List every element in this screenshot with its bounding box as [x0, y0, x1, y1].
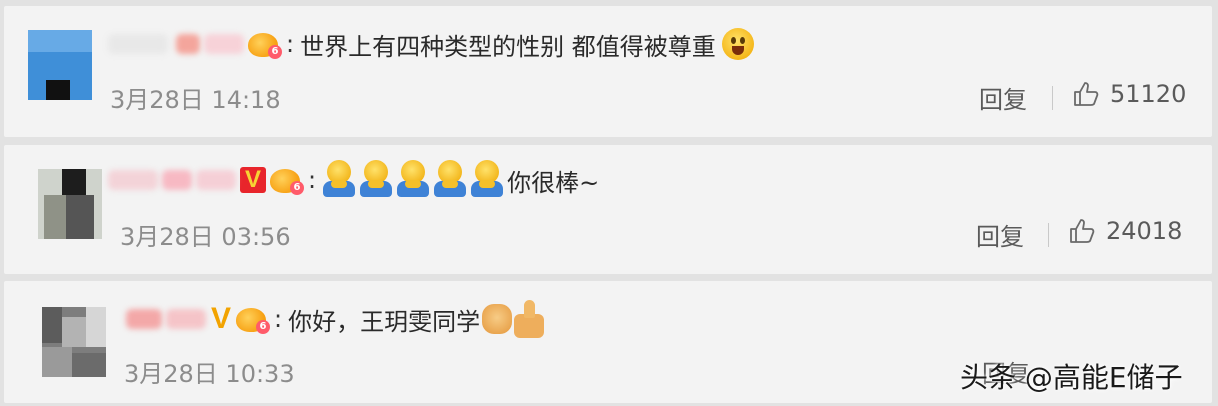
hug-emoji-icon [433, 160, 467, 200]
scream-emoji-icon [721, 28, 754, 60]
reply-button[interactable]: 回复 [976, 217, 1024, 252]
crown-level-badge-icon[interactable]: 6 [248, 29, 282, 59]
crown-level-badge-icon[interactable]: 6 [270, 165, 304, 195]
comment-item: V 6 : 你很棒~ 3月28日 03:56 回复 24018 [4, 145, 1212, 274]
comment-list: 6 : 世界上有四种类型的性别 都值得被尊重 3月28日 14:18 回复 51… [0, 0, 1218, 406]
avatar[interactable] [42, 307, 106, 377]
like-count: 51120 [1110, 80, 1187, 108]
separator: : [308, 166, 317, 194]
hug-emoji-icon [396, 160, 430, 200]
comment-header: 6 : 世界上有四种类型的性别 都值得被尊重 [108, 24, 754, 64]
thumbs-up-emoji-icon [514, 300, 545, 338]
comment-timestamp: 3月28日 14:18 [110, 86, 281, 114]
handshake-emoji-icon [482, 304, 513, 334]
separator: : [286, 30, 295, 58]
like-thumb-icon [1070, 219, 1095, 243]
comment-header: V 6 : 你好，王玥雯同学 [126, 299, 545, 339]
avatar[interactable] [28, 30, 92, 100]
vip-v-icon[interactable]: V [210, 304, 232, 334]
hug-emoji-icon [470, 160, 504, 200]
comment-timestamp: 3月28日 10:33 [124, 360, 295, 388]
comment-text: 你好，王玥雯同学 [288, 307, 481, 336]
divider [1048, 223, 1049, 247]
hug-emoji-icon [322, 160, 356, 200]
comment-header: V 6 : 你很棒~ [108, 160, 599, 200]
crown-level-badge-icon[interactable]: 6 [236, 304, 270, 334]
comment-item: 6 : 世界上有四种类型的性别 都值得被尊重 3月28日 14:18 回复 51… [4, 6, 1212, 137]
username-blurred[interactable] [108, 34, 168, 54]
like-button[interactable]: 51120 [1072, 80, 1186, 108]
username-blurred[interactable] [126, 309, 162, 329]
separator: : [274, 305, 283, 333]
comment-text: 世界上有四种类型的性别 都值得被尊重 [300, 32, 716, 61]
like-button[interactable]: 24018 [1068, 217, 1182, 245]
reply-button[interactable]: 回复 [979, 80, 1027, 115]
divider [1052, 86, 1053, 110]
avatar[interactable] [38, 169, 102, 239]
comment-text: 你很棒~ [507, 168, 600, 197]
comment-timestamp: 3月28日 03:56 [120, 223, 291, 251]
hug-emoji-icon [359, 160, 393, 200]
like-count: 24018 [1106, 217, 1183, 245]
vip-v-icon[interactable]: V [240, 167, 266, 193]
watermark: 头条 @高能E储子 [960, 361, 1183, 394]
like-thumb-icon [1074, 82, 1099, 106]
username-blurred[interactable] [108, 170, 158, 190]
